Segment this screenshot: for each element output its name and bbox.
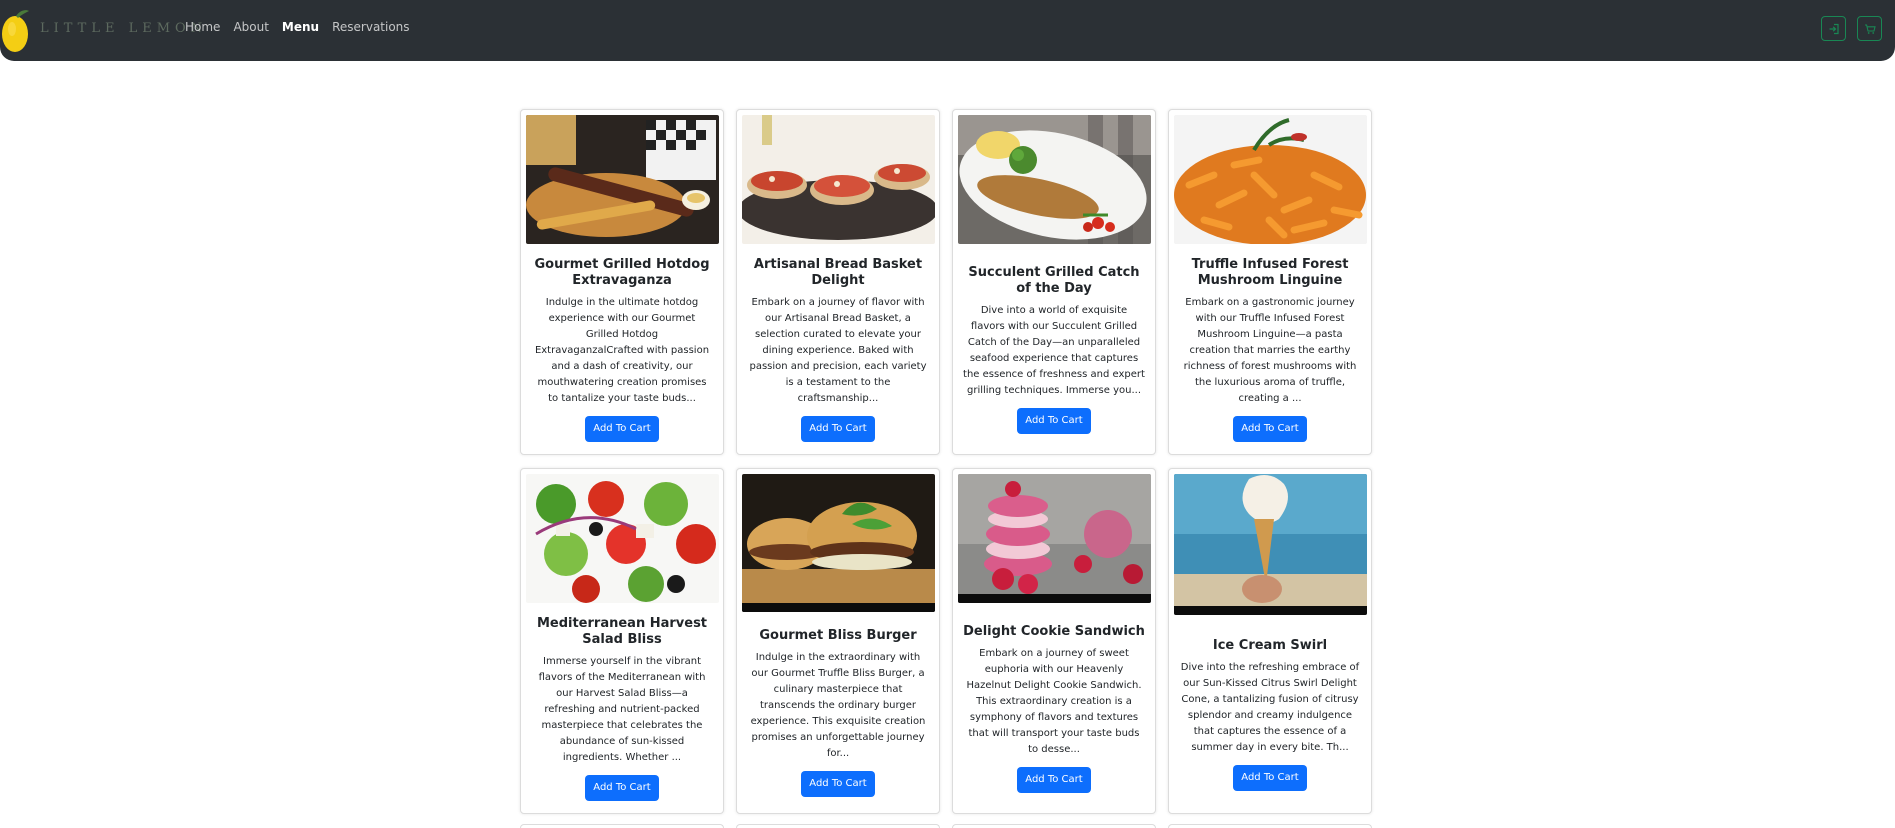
- card-body: Mediterranean Harvest Salad Bliss Immers…: [529, 603, 715, 813]
- menu-card-grilled-fish: Succulent Grilled Catch of the Day Dive …: [952, 109, 1156, 455]
- add-to-cart-button[interactable]: Add To Cart: [1017, 407, 1091, 434]
- menu-card-bread-basket: Artisanal Bread Basket Delight Embark on…: [736, 109, 940, 455]
- cart-icon: [1864, 23, 1876, 34]
- nav-link-home[interactable]: Home: [185, 20, 220, 34]
- menu-item-title: Delight Cookie Sandwich: [963, 623, 1145, 639]
- menu-item-description: Embark on a journey of sweet euphoria wi…: [966, 647, 1142, 755]
- menu-item-title: Artisanal Bread Basket Delight: [753, 256, 923, 288]
- menu-item-description: Dive into the refreshing embrace of our …: [1180, 661, 1360, 753]
- menu-item-image: [958, 474, 1151, 603]
- image-caption-strip: [958, 594, 1151, 603]
- menu-item-image: [1174, 115, 1367, 244]
- menu-card-ice-cream: Ice Cream Swirl Dive into the refreshing…: [1168, 468, 1372, 814]
- menu-item-description: Embark on a journey of flavor with our A…: [749, 296, 927, 404]
- menu-item-description: Dive into a world of exquisite flavors w…: [963, 304, 1145, 396]
- lemon-logo-icon[interactable]: [0, 7, 32, 53]
- menu-item-description: Immerse yourself in the vibrant flavors …: [538, 655, 706, 763]
- card-body: Gourmet Grilled Hotdog Extravaganza Indu…: [529, 244, 715, 454]
- navbar: LITTLE LEMON Home About Menu Reservation…: [0, 0, 1895, 61]
- brand-name[interactable]: LITTLE LEMON: [40, 21, 207, 36]
- card-edge: [520, 824, 724, 828]
- nav-link-reservations[interactable]: Reservations: [332, 20, 409, 34]
- menu-item-description: Indulge in the extraordinary with our Go…: [750, 652, 926, 759]
- add-to-cart-button[interactable]: Add To Cart: [585, 415, 659, 442]
- card-edge: [736, 824, 940, 828]
- add-to-cart-button[interactable]: Add To Cart: [585, 774, 659, 801]
- menu-item-image: [1174, 474, 1367, 615]
- nav-link-menu[interactable]: Menu: [282, 20, 319, 34]
- add-to-cart-button[interactable]: Add To Cart: [1017, 766, 1091, 793]
- menu-card-cookie-sandwich: Delight Cookie Sandwich Embark on a jour…: [952, 468, 1156, 814]
- nav-links: Home About Menu Reservations: [185, 20, 410, 34]
- add-to-cart-button[interactable]: Add To Cart: [1233, 415, 1307, 442]
- add-to-cart-button[interactable]: Add To Cart: [801, 415, 875, 442]
- login-icon: [1829, 23, 1839, 34]
- menu-item-title: Gourmet Bliss Burger: [759, 628, 917, 643]
- menu-item-title: Gourmet Grilled Hotdog Extravaganza: [534, 256, 710, 288]
- card-body: Delight Cookie Sandwich Embark on a jour…: [961, 603, 1147, 813]
- menu-item-image: [742, 115, 935, 244]
- card-body: Artisanal Bread Basket Delight Embark on…: [745, 244, 931, 454]
- menu-item-title: Ice Cream Swirl: [1212, 637, 1328, 653]
- menu-item-title: Mediterranean Harvest Salad Bliss: [536, 615, 708, 647]
- menu-item-image: [526, 474, 719, 603]
- menu-card-salad: Mediterranean Harvest Salad Bliss Immers…: [520, 468, 724, 814]
- menu-card-hotdog: Gourmet Grilled Hotdog Extravaganza Indu…: [520, 109, 724, 455]
- card-body: Truffle Infused Forest Mushroom Linguine…: [1177, 244, 1363, 454]
- nav-link-about[interactable]: About: [233, 20, 268, 34]
- card-edge: [1168, 824, 1372, 828]
- menu-item-title: Truffle Infused Forest Mushroom Linguine: [1191, 256, 1349, 288]
- card-body: Ice Cream Swirl Dive into the refreshing…: [1177, 615, 1363, 813]
- menu-item-image: [526, 115, 719, 244]
- menu-item-description: Indulge in the ultimate hotdog experienc…: [534, 296, 710, 404]
- menu-item-title: Succulent Grilled Catch of the Day: [968, 264, 1140, 296]
- menu-item-description: Embark on a gastronomic journey with our…: [1183, 296, 1357, 404]
- menu-item-image: [958, 115, 1151, 244]
- login-button[interactable]: [1821, 16, 1846, 41]
- menu-card-mushroom-linguine: Truffle Infused Forest Mushroom Linguine…: [1168, 109, 1372, 455]
- card-body: Gourmet Bliss Burger Indulge in the extr…: [745, 612, 931, 813]
- add-to-cart-button[interactable]: Add To Cart: [1233, 764, 1307, 791]
- add-to-cart-button[interactable]: Add To Cart: [801, 771, 875, 797]
- menu-card-burger: Gourmet Bliss Burger Indulge in the extr…: [736, 468, 940, 814]
- cart-button[interactable]: [1857, 16, 1882, 41]
- menu-item-image: [742, 474, 935, 612]
- card-edge: [952, 824, 1156, 828]
- card-body: Succulent Grilled Catch of the Day Dive …: [961, 244, 1147, 454]
